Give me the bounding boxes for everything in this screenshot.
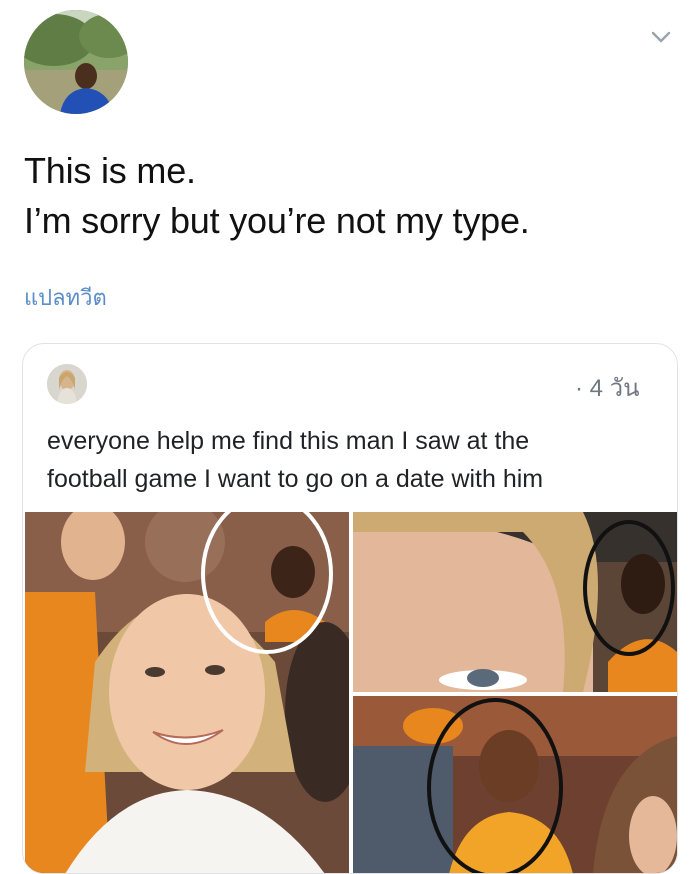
quoted-tweet-text: everyone help me find this man I saw at …: [47, 422, 657, 498]
quoted-tweet-text-line: football game I want to go on a date wit…: [47, 465, 544, 493]
quoted-author-avatar[interactable]: [47, 364, 87, 404]
tweet-text-line: I’m sorry but you’re not my type.: [24, 200, 530, 241]
photo-orange-shirt-image: [353, 696, 677, 873]
photo-selfie[interactable]: [25, 512, 349, 873]
quoted-tweet-timestamp: · 4 วัน: [575, 375, 640, 402]
photo-closeup[interactable]: [353, 512, 677, 692]
author-avatar-image: [24, 10, 128, 114]
quoted-tweet-card[interactable]: · 4 วัน everyone help me find this man I…: [22, 343, 678, 874]
author-avatar[interactable]: [24, 10, 128, 114]
tweet-text: This is me. I’m sorry but you’re not my …: [24, 146, 530, 246]
photo-selfie-image: [25, 512, 349, 873]
translate-tweet-link[interactable]: แปลทวีต: [24, 280, 107, 315]
quoted-tweet-text-line: everyone help me find this man I saw at …: [47, 427, 530, 455]
photo-orange-shirt[interactable]: [353, 696, 677, 873]
tweet-text-line: This is me.: [24, 150, 196, 191]
quoted-author-avatar-image: [47, 364, 87, 404]
photo-closeup-image: [353, 512, 677, 692]
chevron-down-icon[interactable]: [650, 26, 672, 48]
